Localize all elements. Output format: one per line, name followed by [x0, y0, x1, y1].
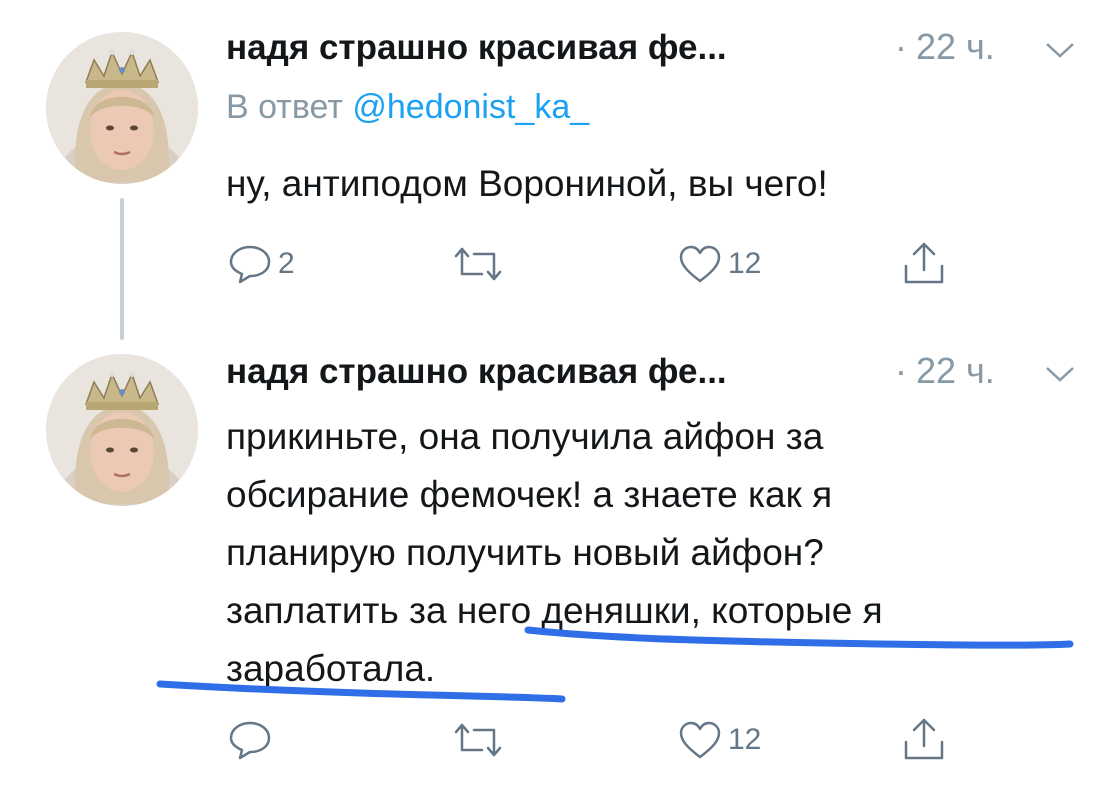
separator-dot: ·: [895, 350, 907, 391]
like-icon: [679, 245, 721, 283]
reply-icon: [229, 721, 271, 760]
tweet-text-line: планирую получить новый айфон?: [226, 532, 824, 573]
like-icon: [679, 721, 721, 759]
share-icon: [904, 718, 944, 760]
like-button[interactable]: 12: [678, 244, 761, 284]
reply-context: В ответ @hedonist_ka_: [226, 88, 589, 127]
timestamp[interactable]: 22 ч.: [916, 350, 995, 392]
avatar[interactable]: [46, 32, 198, 184]
reply-prefix: В ответ: [226, 88, 343, 126]
retweet-icon: [454, 723, 502, 757]
retweet-icon: [454, 247, 502, 281]
share-icon: [904, 242, 944, 284]
tweet-text-line: заработала.: [226, 648, 436, 689]
chevron-down-icon[interactable]: [1044, 364, 1076, 384]
reply-button[interactable]: [228, 720, 278, 760]
tweet-text: прикиньте, она получила айфон за обсиран…: [226, 408, 883, 698]
thread-connector-line: [120, 198, 124, 340]
tweet-text: ну, антиподом Ворониной, вы чего!: [226, 155, 828, 213]
like-button[interactable]: 12: [678, 720, 761, 760]
tweet-text-line: заплатить за него деняшки, которые я: [226, 590, 883, 631]
share-button[interactable]: [902, 716, 946, 762]
author-name[interactable]: надя страшно красивая фе...: [226, 28, 727, 68]
tweet-text-line: обсирание фемочек! а знаете как я: [226, 474, 833, 515]
reply-icon: [229, 245, 271, 284]
chevron-down-icon[interactable]: [1044, 40, 1076, 60]
like-count: 12: [728, 247, 762, 280]
reply-handle-link[interactable]: @hedonist_ka_: [352, 88, 589, 126]
retweet-button[interactable]: [452, 246, 504, 282]
separator-dot: ·: [895, 26, 907, 67]
author-name[interactable]: надя страшно красивая фе...: [226, 352, 727, 392]
timestamp[interactable]: 22 ч.: [916, 26, 995, 68]
tweet-text-line: прикиньте, она получила айфон за: [226, 416, 824, 457]
reply-button[interactable]: 2: [228, 244, 295, 284]
avatar[interactable]: [46, 354, 198, 506]
like-count: 12: [728, 723, 762, 756]
retweet-button[interactable]: [452, 722, 504, 758]
share-button[interactable]: [902, 240, 946, 286]
tweet-text-line: ну, антиподом Ворониной, вы чего!: [226, 163, 828, 204]
reply-count: 2: [278, 247, 295, 280]
